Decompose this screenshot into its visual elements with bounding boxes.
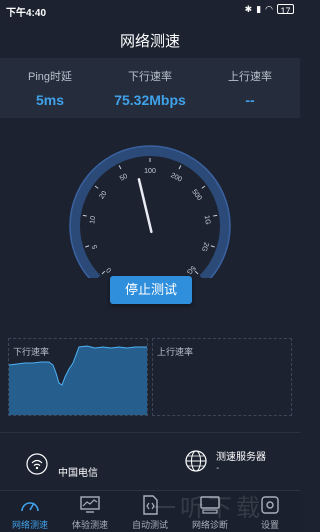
signal-icon: ▮ — [256, 4, 262, 14]
gauge-tick-label: 1G — [203, 215, 211, 225]
server-value: - — [216, 463, 220, 474]
stats-panel: Ping时延 5ms 下行速率 75.32Mbps 上行速率 -- — [0, 58, 300, 118]
gauge-tick-label: 2G — [200, 241, 210, 252]
download-graph: 下行速率 — [8, 338, 148, 416]
carrier-name: 中国电信 — [58, 468, 98, 479]
status-icons: ✱ ▮ ◠ 17 — [244, 3, 294, 16]
gauge-tick-label: 10 — [89, 216, 97, 225]
tab-label: 体验测速 — [71, 520, 108, 530]
divider — [0, 432, 300, 433]
gauge-tick — [213, 214, 218, 217]
tab-network-speed[interactable]: 网络测速 — [0, 495, 60, 531]
server-info[interactable]: 测速服务器 - — [184, 448, 266, 474]
gauge-tick — [85, 245, 90, 248]
gauge-tick-label: 0 — [105, 266, 113, 274]
status-time: 下午4:40 — [6, 8, 47, 19]
gauge-tick — [201, 185, 206, 189]
gauge-tick-label: 5 — [91, 244, 99, 250]
download-graph-label: 下行速率 — [13, 347, 50, 357]
watermark: 一听下载 — [152, 495, 264, 522]
battery-icon: 17 — [277, 4, 294, 16]
download-value: 75.32Mbps — [114, 92, 186, 108]
ping-stat: Ping时延 5ms — [0, 68, 100, 108]
ping-value: 5ms — [35, 92, 65, 108]
wifi-icon — [26, 452, 48, 475]
gauge-needle — [137, 178, 153, 234]
gauge-tick-label: 50 — [119, 173, 129, 183]
upload-label: 上行速率 — [228, 71, 272, 83]
speedometer-icon — [21, 502, 39, 512]
tab-label: 网络测速 — [11, 520, 48, 530]
gauge-tick — [118, 165, 122, 170]
upload-value: -- — [245, 92, 255, 108]
gauge-tick-label: 100 — [144, 168, 156, 175]
speed-gauge: 0 5 10 20 50 100 200 500 1G 2G 5G — [69, 145, 231, 278]
upload-stat: 上行速率 -- — [200, 68, 300, 108]
upload-graph: 上行速率 — [152, 338, 292, 416]
gauge-tick — [210, 245, 215, 248]
server-label: 测速服务器 — [216, 452, 266, 463]
gauge-tick — [82, 214, 87, 217]
status-bar: 下午4:40 ✱ ▮ ◠ 17 — [0, 0, 300, 20]
tab-experience-speed[interactable]: 体验测速 — [60, 495, 120, 531]
upload-graph-label: 上行速率 — [157, 347, 194, 357]
download-label: 下行速率 — [128, 71, 172, 83]
page-title: 网络测速 — [119, 33, 180, 50]
monitor-chart-icon — [80, 496, 100, 513]
wifi-icon: ◠ — [265, 4, 273, 14]
gauge-tick — [178, 165, 182, 170]
bluetooth-icon: ✱ — [244, 4, 253, 14]
globe-icon — [185, 450, 207, 472]
gauge-tick-label: 20 — [98, 190, 108, 201]
download-stat: 下行速率 75.32Mbps — [100, 68, 200, 108]
ping-label: Ping时延 — [27, 71, 73, 83]
gauge-tick — [94, 185, 99, 189]
gauge-tick-label: 5G — [185, 264, 197, 276]
stop-test-button[interactable]: 停止测试 — [110, 276, 192, 304]
gauge-tick-label: 500 — [190, 188, 203, 202]
carrier-info: 中国电信 — [26, 448, 98, 479]
gauge-tick-label: 200 — [169, 172, 183, 184]
gauge-tick — [101, 270, 106, 275]
gauge-tick — [194, 270, 199, 275]
gauge-edge — [69, 145, 231, 278]
